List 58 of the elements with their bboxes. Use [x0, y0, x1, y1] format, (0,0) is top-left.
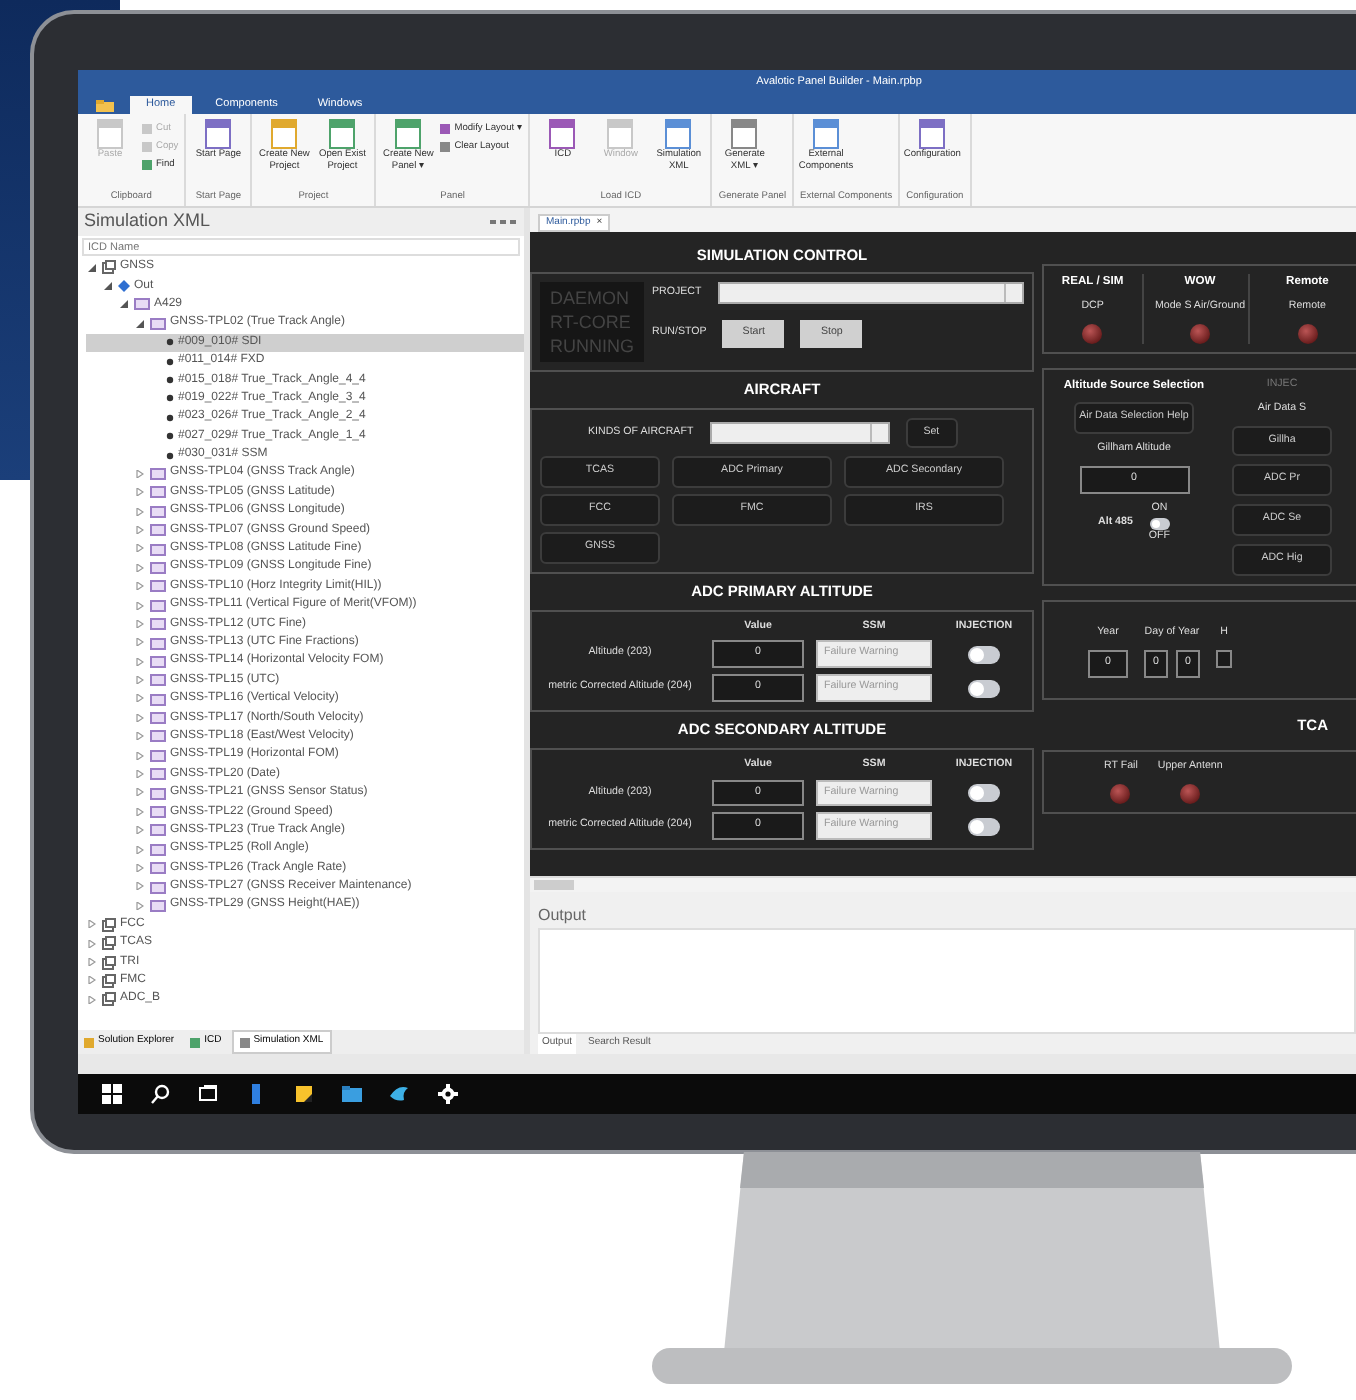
- search-icon[interactable]: [150, 1084, 170, 1104]
- expanded-arrow-icon[interactable]: [88, 263, 96, 271]
- toggle-switch[interactable]: [968, 817, 1000, 836]
- collapsed-arrow-icon[interactable]: [136, 882, 144, 891]
- collapsed-arrow-icon[interactable]: [136, 845, 144, 854]
- collapsed-arrow-icon[interactable]: [136, 544, 144, 553]
- folder-icon: [95, 100, 113, 112]
- pane-title: Output: [536, 904, 589, 928]
- collapsed-arrow-icon[interactable]: [88, 920, 96, 929]
- pane-title: Simulation XML: [84, 208, 211, 235]
- small-square-icon: [440, 124, 451, 135]
- project-dropdown[interactable]: [717, 282, 1024, 305]
- collapsed-arrow-icon[interactable]: [136, 713, 144, 722]
- tab-icon: [239, 1037, 250, 1047]
- bullet-icon: [166, 338, 174, 347]
- collapsed-arrow-icon[interactable]: [136, 732, 144, 741]
- horizontal-scrollbar[interactable]: [530, 876, 1356, 892]
- gear-icon[interactable]: [438, 1084, 458, 1104]
- toggle-switch[interactable]: [968, 783, 1000, 802]
- collapsed-arrow-icon[interactable]: [136, 901, 144, 910]
- folder-icon[interactable]: [342, 1084, 362, 1104]
- toggle-switch[interactable]: [968, 645, 1000, 664]
- aircraft-dropdown[interactable]: [709, 421, 890, 444]
- expanded-arrow-icon[interactable]: [120, 300, 128, 309]
- collapsed-arrow-icon[interactable]: [136, 826, 144, 835]
- bullet-icon: [166, 413, 174, 422]
- collapsed-arrow-icon[interactable]: [136, 807, 144, 816]
- toggle-switch[interactable]: [1149, 518, 1170, 531]
- collapsed-arrow-icon[interactable]: [136, 582, 144, 591]
- tab-icon: [84, 1037, 94, 1047]
- collapsed-arrow-icon[interactable]: [88, 976, 96, 985]
- bullet-icon: [166, 376, 174, 385]
- collapsed-arrow-icon[interactable]: [136, 638, 144, 647]
- tab-icon: [190, 1037, 201, 1047]
- value-field[interactable]: [1216, 650, 1232, 669]
- small-square-icon: [142, 160, 152, 171]
- collapsed-arrow-icon[interactable]: [136, 751, 144, 760]
- expanded-arrow-icon[interactable]: [136, 319, 144, 328]
- collapsed-arrow-icon[interactable]: [88, 995, 96, 1004]
- sticky-note-icon[interactable]: [294, 1084, 314, 1104]
- toggle-switch[interactable]: [968, 679, 1000, 698]
- small-square-icon: [440, 142, 451, 153]
- small-square-icon: [142, 142, 152, 153]
- bullet-icon: [166, 451, 174, 460]
- document-icon[interactable]: [246, 1084, 266, 1104]
- collapsed-arrow-icon[interactable]: [136, 657, 144, 666]
- collapsed-arrow-icon[interactable]: [136, 864, 144, 872]
- collapsed-arrow-icon[interactable]: [136, 563, 144, 572]
- windows-icon[interactable]: [102, 1084, 122, 1104]
- bullet-icon: [166, 432, 174, 441]
- collapsed-arrow-icon[interactable]: [136, 488, 144, 497]
- collapsed-arrow-icon[interactable]: [136, 469, 144, 478]
- bullet-icon: [166, 394, 174, 403]
- bullet-icon: [166, 357, 174, 366]
- task-view-icon[interactable]: [198, 1084, 218, 1104]
- expanded-arrow-icon[interactable]: [104, 281, 112, 290]
- small-square-icon: [142, 124, 152, 135]
- device-icon: [102, 260, 116, 275]
